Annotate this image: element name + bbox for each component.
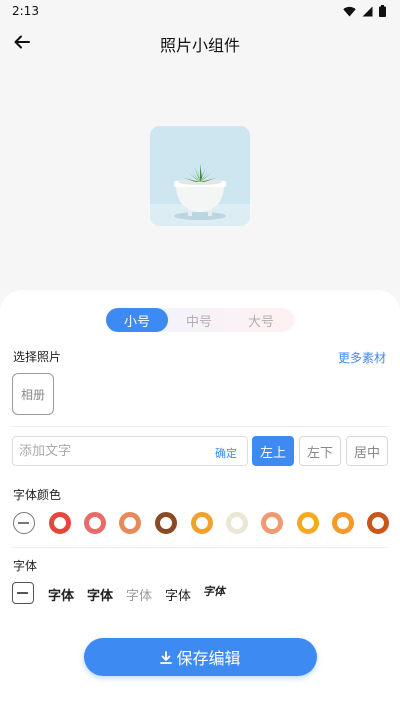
wifi-icon (343, 6, 356, 16)
font-color-label: 字体颜色 (13, 488, 62, 502)
status-time: 2:13 (12, 4, 39, 18)
color-swatch[interactable] (297, 512, 319, 534)
color-swatch[interactable] (119, 512, 141, 534)
color-swatch[interactable] (261, 512, 283, 534)
size-tabs: 小号 中号 大号 (106, 308, 294, 332)
divider (12, 426, 388, 427)
more-materials-link[interactable]: 更多素材 (338, 349, 386, 366)
download-icon (160, 650, 173, 664)
album-button[interactable]: 相册 (12, 373, 54, 415)
font-option[interactable]: 字体 (87, 585, 113, 604)
position-bottom-left-button[interactable]: 左下 (299, 436, 341, 466)
font-option[interactable]: 字体 (126, 585, 152, 604)
status-icons (343, 5, 386, 17)
select-photo-label: 选择照片 (13, 350, 62, 364)
save-edit-label: 保存编辑 (176, 649, 241, 668)
text-input-box: 确定 (12, 436, 248, 466)
color-swatch[interactable] (191, 512, 213, 534)
tab-large[interactable]: 大号 (230, 308, 292, 332)
font-color-options (13, 512, 393, 536)
no-color-option[interactable] (13, 512, 35, 534)
save-edit-button[interactable]: 保存编辑 (84, 638, 317, 676)
position-center-button[interactable]: 居中 (346, 436, 388, 466)
tab-medium[interactable]: 中号 (168, 308, 230, 332)
color-swatch[interactable] (367, 512, 389, 534)
add-text-input[interactable] (19, 437, 209, 465)
app-bar: 照片小组件 (0, 22, 400, 62)
status-bar: 2:13 (0, 0, 400, 22)
no-font-option[interactable] (12, 582, 34, 604)
font-options: 字体 字体 字体 字体 字体 (0, 582, 400, 606)
font-option[interactable]: 字体 (165, 585, 191, 604)
page-title: 照片小组件 (159, 36, 240, 55)
color-swatch[interactable] (49, 512, 71, 534)
color-swatch[interactable] (84, 512, 106, 534)
color-swatch[interactable] (155, 512, 177, 534)
signal-icon (362, 6, 373, 16)
font-option[interactable]: 字体 (48, 585, 74, 604)
widget-preview (150, 126, 250, 226)
edit-panel: 小号 中号 大号 选择照片 更多素材 相册 确定 左上 左下 居中 字体颜色 字… (0, 290, 400, 710)
divider (12, 547, 388, 548)
tab-small[interactable]: 小号 (106, 308, 168, 332)
confirm-text-button[interactable]: 确定 (215, 445, 237, 461)
color-swatch[interactable] (226, 512, 248, 534)
position-top-left-button[interactable]: 左上 (252, 436, 294, 466)
battery-icon (379, 5, 386, 17)
color-swatch[interactable] (332, 512, 354, 534)
font-label: 字体 (13, 559, 38, 573)
plant-photo (150, 126, 250, 226)
font-option[interactable]: 字体 (202, 583, 228, 599)
